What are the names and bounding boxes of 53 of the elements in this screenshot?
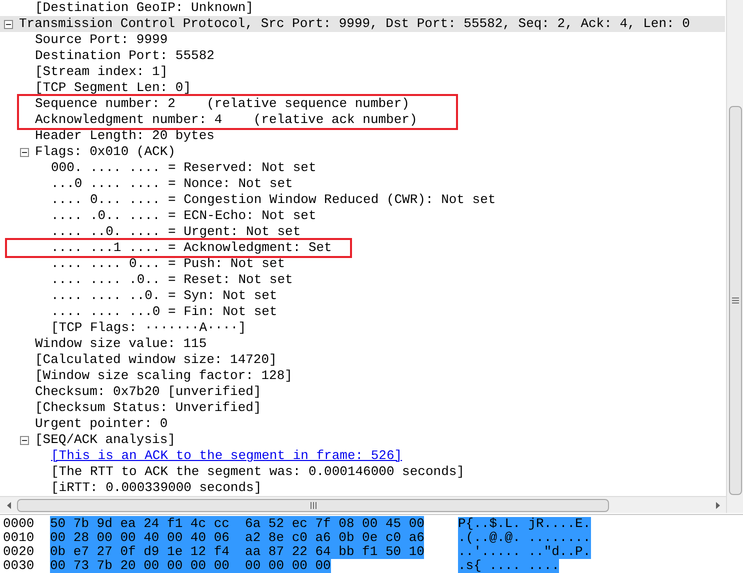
hex-bytes: 50 7b 9d ea 24 f1 4c cc 6a 52 ec 7f 08 00 45 00: [50, 516, 424, 531]
hex-bytes: 00 28 00 00 40 00 40 06 a2 8e c0 a6 0b 0e c0 a6: [50, 530, 424, 545]
tree-item-text: [SEQ/ACK analysis]: [35, 432, 176, 448]
tree-item-text: [TCP Segment Len: 0]: [35, 80, 192, 96]
hex-bytes: 0b e7 27 0f d9 1e 12 f4 aa 87 22 64 bb f1 50 10: [50, 544, 424, 559]
tree-item-text: .... .... ...0 = Fin: Not set: [51, 304, 278, 320]
scroll-left-icon[interactable]: [6, 502, 10, 508]
ascii-bytes: P{..$.L. jR....E.: [458, 517, 591, 531]
ascii-bytes: .s{ .... ....: [458, 559, 560, 573]
ascii-bytes: .(..@.@. ........: [458, 531, 591, 545]
scroll-right-icon[interactable]: [716, 502, 720, 508]
tree-item-text: [Window size scaling factor: 128]: [35, 368, 292, 384]
tree-item-text: [Destination GeoIP: Unknown]: [35, 0, 254, 16]
ascii-bytes: ..'..... .."d..P.: [458, 545, 591, 559]
scrollbar-thumb[interactable]: [728, 106, 742, 495]
byte-offset: 0020: [2, 545, 36, 559]
tree-item-text: Checksum: 0x7b20 [unverified]: [35, 384, 262, 400]
scrollbar-thumb[interactable]: [17, 498, 609, 512]
tree-item-text: Source Port: 9999: [35, 32, 168, 48]
tree-item-text: .... .... .0.. = Reset: Not set: [51, 272, 293, 288]
tree-item-text: .... .0.. .... = ECN-Echo: Not set: [51, 208, 316, 224]
tree-item-text: ...0 .... .... = Nonce: Not set: [51, 176, 293, 192]
tree-item-text: Urgent pointer: 0: [35, 416, 168, 432]
collapse-icon[interactable]: [20, 436, 29, 444]
tree-item-text: Window size value: 115: [35, 336, 207, 352]
tree-item-text: [Stream index: 1]: [35, 64, 168, 80]
tree-item-text: Header Length: 20 bytes: [35, 128, 214, 144]
tree-item-text: Flags: 0x010 (ACK): [35, 144, 176, 160]
tree-item-text: 000. .... .... = Reserved: Not set: [51, 160, 316, 176]
tree-item-text: .... ...1 .... = Acknowledgment: Set: [51, 240, 332, 256]
byte-offset: 0010: [2, 531, 36, 545]
byte-offset: 0000: [2, 517, 36, 531]
collapse-icon[interactable]: [20, 148, 29, 156]
horizontal-scrollbar[interactable]: [0, 496, 726, 513]
grip-icon: [310, 502, 316, 508]
collapse-icon[interactable]: [4, 20, 13, 28]
tree-item-text: Acknowledgment number: 4 (relative ack number): [35, 112, 418, 128]
tree-item-text: [TCP Flags: ·······A····]: [51, 320, 246, 336]
frame-link[interactable]: [This is an ACK to the segment in frame: 526]: [51, 448, 402, 464]
vertical-scrollbar[interactable]: [726, 0, 743, 513]
tree-item-text: [iRTT: 0.000339000 seconds]: [51, 480, 262, 496]
tree-item-text: Destination Port: 55582: [35, 48, 214, 64]
tree-item-text: [The RTT to ACK the segment was: 0.000146000 seconds]: [51, 464, 464, 480]
tree-item-text: [Checksum Status: Unverified]: [35, 400, 262, 416]
byte-offset: 0030: [2, 559, 36, 573]
tree-item-text: .... .... 0... = Push: Not set: [51, 256, 286, 272]
tree-item-text: .... .... ..0. = Syn: Not set: [51, 288, 278, 304]
tree-item-text: .... 0... .... = Congestion Window Reduced (CWR): Not set: [51, 192, 496, 208]
tree-item-text: Sequence number: 2 (relative sequence number): [35, 96, 410, 112]
tree-item-text: .... ..0. .... = Urgent: Not set: [51, 224, 301, 240]
tree-item-text: [Calculated window size: 14720]: [35, 352, 277, 368]
hex-bytes: 00 73 7b 20 00 00 00 00 00 00 00 00: [50, 558, 331, 573]
grip-icon: [732, 297, 738, 304]
